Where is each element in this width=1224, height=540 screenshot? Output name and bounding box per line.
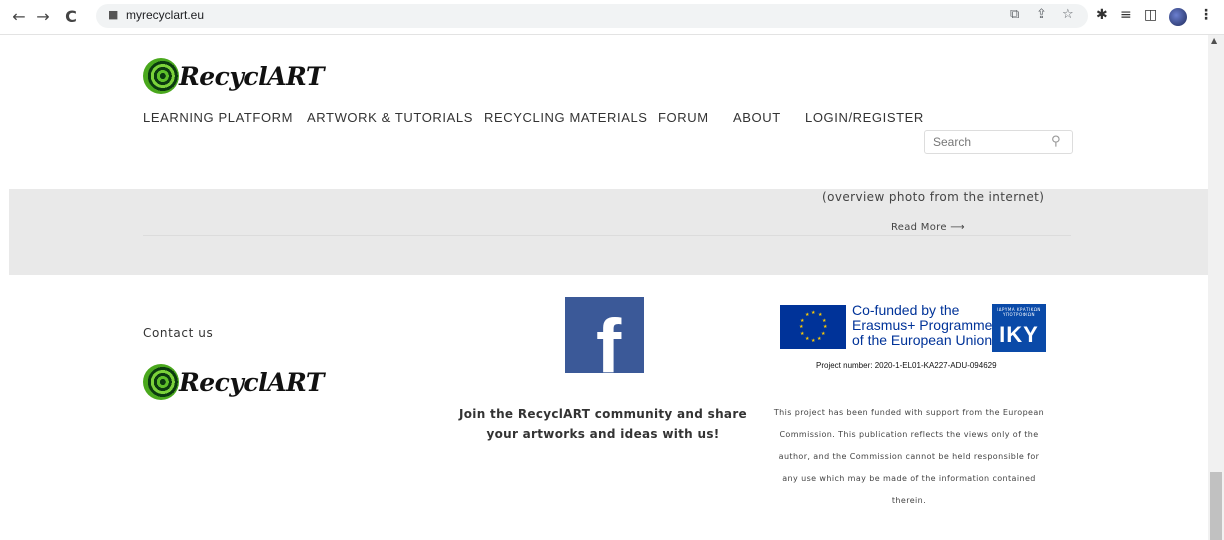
forward-icon[interactable]: →	[32, 6, 54, 28]
scrollbar-thumb[interactable]	[1210, 472, 1222, 540]
menu-item-learning-platform[interactable]: LEARNING PLATFORM	[143, 110, 293, 125]
browser-toolbar: ← → C ■ myrecyclart.eu ⧉ ⇪ ☆ ✱ ≡ ◫ ⋮	[0, 0, 1224, 35]
scrollbar-track[interactable]	[1208, 35, 1224, 540]
menu-item-forum[interactable]: FORUM	[658, 110, 709, 125]
logo-text: RecyclART	[179, 368, 325, 397]
iky-logo: ΙΔΡΥΜΑ ΚΡΑΤΙΚΩΝ ΥΠΟΤΡΟΦΙΩΝ IKY	[992, 304, 1046, 352]
erasmus-line-3: of the European Union	[852, 332, 993, 348]
erasmus-line-1: Co-funded by the	[852, 302, 960, 318]
swirl-icon	[143, 364, 179, 400]
post-caption: (overview photo from the internet)	[822, 190, 1045, 204]
search-input[interactable]: Search ⚲	[924, 130, 1073, 154]
profile-avatar[interactable]	[1169, 8, 1187, 26]
disclaimer-line: author, and the Commission cannot be hel…	[778, 452, 1040, 461]
join-community-text: Join the RecyclART community and share y…	[458, 404, 748, 444]
search-icon[interactable]: ⚲	[1051, 134, 1061, 149]
disclaimer-line: This project has been funded with suppor…	[773, 408, 1045, 417]
contact-us-heading[interactable]: Contact us	[143, 326, 213, 340]
disclaimer-line: Commission. This publication reflects th…	[779, 430, 1039, 439]
logo-text: RecyclART	[179, 62, 325, 91]
iky-subtitle: ΙΔΡΥΜΑ ΚΡΑΤΙΚΩΝ ΥΠΟΤΡΟΦΙΩΝ	[997, 307, 1041, 317]
divider	[143, 235, 1071, 236]
url-text[interactable]: myrecyclart.eu	[126, 8, 204, 22]
funding-disclaimer: This project has been funded with suppor…	[760, 402, 1058, 512]
menu-item-login-register[interactable]: LOGIN/REGISTER	[805, 110, 924, 125]
facebook-letter: f	[596, 304, 622, 374]
site-logo[interactable]: RecyclART	[143, 58, 325, 104]
disclaimer-line: therein.	[891, 496, 927, 505]
side-panel-icon[interactable]: ◫	[1144, 7, 1157, 23]
scroll-up-icon[interactable]: ▲	[1211, 36, 1217, 45]
facebook-icon[interactable]: f	[565, 297, 644, 373]
footer-logo[interactable]: RecyclART	[143, 364, 325, 410]
lock-icon: ■	[108, 8, 119, 21]
join-line-2: your artworks and ideas with us!	[486, 427, 720, 441]
menu-item-artwork-tutorials[interactable]: ARTWORK & TUTORIALS	[307, 110, 473, 125]
menu-icon[interactable]: ⋮	[1199, 7, 1213, 23]
bookmark-star-icon[interactable]: ☆	[1062, 7, 1074, 22]
search-placeholder: Search	[933, 135, 972, 149]
join-line-1: Join the RecyclART community and share	[459, 407, 747, 421]
address-bar[interactable]: ■ myrecyclart.eu ⧉ ⇪ ☆	[96, 4, 1088, 28]
read-more-link[interactable]: Read More ⟶	[891, 222, 965, 233]
menu-item-recycling-materials[interactable]: RECYCLING MATERIALS	[484, 110, 648, 125]
share-icon[interactable]: ⇪	[1036, 7, 1047, 22]
menu-item-about[interactable]: ABOUT	[733, 110, 781, 125]
swirl-icon	[143, 58, 179, 94]
erasmus-line-2: Erasmus+ Programme	[852, 317, 993, 333]
back-icon[interactable]: ←	[8, 6, 30, 28]
translate-icon[interactable]: ⧉	[1010, 7, 1019, 22]
disclaimer-line: any use which may be made of the informa…	[782, 474, 1036, 483]
reload-icon[interactable]: C	[60, 6, 82, 28]
project-number: Project number: 2020-1-EL01-KA227-ADU-09…	[816, 361, 997, 370]
eu-flag-icon: ★ ★ ★ ★ ★ ★ ★ ★ ★ ★ ★ ★	[780, 305, 846, 349]
media-icon[interactable]: ≡	[1120, 7, 1132, 23]
extensions-icon[interactable]: ✱	[1096, 7, 1108, 23]
erasmus-text: Co-funded by the Erasmus+ Programme of t…	[852, 303, 992, 348]
iky-text: IKY	[999, 322, 1039, 347]
